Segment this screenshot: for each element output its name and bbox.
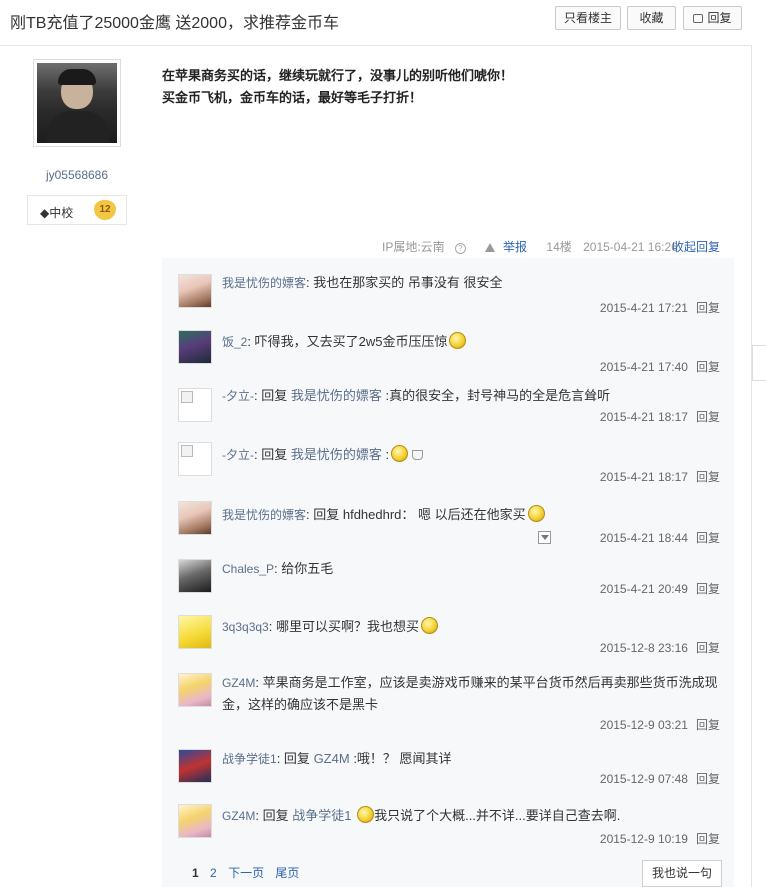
comment-reply-link[interactable]: 回复 bbox=[696, 410, 720, 424]
comment-time: 2015-4-21 17:21 bbox=[599, 301, 688, 315]
comment-prefix: 回复 bbox=[261, 447, 288, 462]
anime-avatar-icon[interactable] bbox=[178, 804, 212, 838]
comment-user[interactable]: GZ4M bbox=[222, 809, 255, 823]
reply-button[interactable]: 回复 bbox=[683, 6, 742, 30]
reply-icon bbox=[693, 14, 704, 23]
info-icon[interactable]: ? bbox=[454, 243, 466, 254]
frame-divider bbox=[751, 46, 752, 887]
comment-user[interactable]: GZ4M bbox=[222, 676, 255, 690]
page-link-2[interactable]: 2 bbox=[210, 866, 217, 880]
comment-time: 2015-4-21 17:40 bbox=[599, 360, 688, 374]
comment-text: 我只说了个大概...并不详...要详自己查去啊. bbox=[374, 808, 621, 823]
comment-reply-link[interactable]: 回复 bbox=[696, 718, 720, 732]
girl-avatar-icon[interactable] bbox=[178, 274, 212, 308]
reply-target[interactable]: 我是忧伤的嫖客 bbox=[291, 388, 382, 403]
last-page-link[interactable]: 尾页 bbox=[275, 866, 299, 880]
post-line: 在苹果商务买的话，继续玩就行了，没事儿的别听他们唬你！ bbox=[162, 68, 514, 83]
comment-time: 2015-12-9 03:21 bbox=[599, 718, 688, 732]
comment-reply-link[interactable]: 回复 bbox=[696, 641, 720, 655]
smile-emoji-icon bbox=[420, 617, 438, 634]
comment-text: 给你五毛 bbox=[281, 561, 334, 576]
comment-user[interactable]: 我是忧伤的嫖客 bbox=[222, 276, 306, 290]
comment-reply-link[interactable]: 回复 bbox=[696, 470, 720, 484]
collapse-replies-link[interactable]: 收起回复 bbox=[672, 238, 720, 255]
anime-avatar-icon[interactable] bbox=[178, 673, 212, 707]
comment-text: 哪里可以买啊？我也想买 bbox=[275, 619, 419, 634]
man-avatar-icon[interactable] bbox=[178, 559, 212, 593]
game-avatar-icon[interactable] bbox=[178, 330, 212, 364]
comment-prefix: 回复 bbox=[283, 751, 310, 766]
post-time: 2015-04-21 16:26 bbox=[583, 240, 678, 254]
comment-text: 吓得我，又去买了2w5金币压压惊 bbox=[254, 334, 448, 349]
comment-time: 2015-12-8 23:16 bbox=[599, 641, 688, 655]
smile-emoji-icon bbox=[357, 806, 375, 823]
comment-reply-link[interactable]: 回复 bbox=[696, 360, 720, 374]
ip-location: IP属地:云南? bbox=[382, 240, 474, 254]
cheese-avatar-icon[interactable] bbox=[178, 615, 212, 649]
comment-text: 苹果商务是工作室，应该是卖游戏币赚来的某平台货币然后再卖那些货币洗成现金，这样的… bbox=[222, 675, 718, 712]
comment-time: 2015-4-21 20:49 bbox=[599, 582, 688, 596]
floor-number: 14楼 bbox=[546, 240, 572, 254]
comment-user[interactable]: 3q3q3q3 bbox=[222, 620, 269, 634]
comment-reply-link[interactable]: 回复 bbox=[696, 772, 720, 786]
comment-time: 2015-4-21 18:44 bbox=[599, 531, 688, 545]
comment-reply-link[interactable]: 回复 bbox=[696, 531, 720, 545]
author-rank-box: ◆中校 12 bbox=[27, 195, 127, 225]
comment-text: :哦！？ 愿闻其详 bbox=[353, 751, 452, 766]
author-photo-icon bbox=[37, 63, 117, 143]
comment-user[interactable]: -夕立- bbox=[222, 448, 254, 462]
next-page-link[interactable]: 下一页 bbox=[228, 866, 264, 880]
expand-dropdown-icon[interactable] bbox=[538, 531, 551, 544]
pagination: 1 2 下一页 尾页 bbox=[192, 864, 307, 881]
smile-emoji-icon bbox=[449, 332, 467, 349]
comment-user[interactable]: -夕立- bbox=[222, 389, 254, 403]
comment-time: 2015-4-21 18:17 bbox=[599, 470, 688, 484]
favorite-button[interactable]: 收藏 bbox=[627, 6, 676, 30]
say-something-button[interactable]: 我也说一句 bbox=[642, 860, 722, 887]
warning-icon bbox=[485, 243, 496, 252]
reply-button-label: 回复 bbox=[707, 11, 732, 25]
comment-text: :真的很安全，封号神马的全是危言耸听 bbox=[385, 388, 611, 403]
scroll-tab[interactable] bbox=[752, 345, 766, 381]
comment-text: : bbox=[385, 447, 390, 462]
comment-prefix: 回复 bbox=[261, 388, 288, 403]
smile-emoji-icon bbox=[527, 505, 545, 522]
comment-time: 2015-12-9 10:19 bbox=[599, 832, 688, 846]
comment-time: 2015-12-9 07:48 bbox=[599, 772, 688, 786]
comment-user[interactable]: 我是忧伤的嫖客 bbox=[222, 508, 306, 522]
comment-user[interactable]: 饭_2 bbox=[222, 335, 247, 349]
comment-user[interactable]: Chales_P bbox=[222, 562, 274, 576]
comment-reply-link[interactable]: 回复 bbox=[696, 301, 720, 315]
broken-avatar-icon[interactable] bbox=[178, 388, 212, 422]
page-current: 1 bbox=[192, 866, 199, 880]
post-line: 买金币飞机，金币车的话，最好等毛子打折！ bbox=[162, 90, 423, 105]
level-badge-icon[interactable]: 12 bbox=[94, 200, 116, 220]
comment-text: 嗯 以后还在他家买 bbox=[418, 507, 526, 522]
thread-title: 刚TB充值了25000金鹰 送2000，求推荐金币车 bbox=[10, 15, 339, 32]
comment-prefix: 回复 bbox=[262, 808, 289, 823]
author-rank: ◆中校 bbox=[40, 206, 74, 220]
comment-user[interactable]: 战争学徒1 bbox=[222, 752, 277, 766]
smile-emoji-icon bbox=[391, 445, 409, 462]
author-name[interactable]: jy05568686 bbox=[33, 168, 121, 182]
comment-list: 我是忧伤的嫖客: 我也在那家买的 吊事没有 很安全 2015-4-21 17:2… bbox=[162, 258, 734, 887]
comment-prefix: 回复 hfdhedhrd： bbox=[313, 507, 415, 522]
reply-target[interactable]: 战争学徒1 bbox=[292, 808, 351, 823]
only-op-button[interactable]: 只看楼主 bbox=[555, 6, 621, 30]
post-content: 在苹果商务买的话，继续玩就行了，没事儿的别听他们唬你！ 买金币飞机，金币车的话，… bbox=[162, 65, 513, 109]
comment-reply-link[interactable]: 回复 bbox=[696, 582, 720, 596]
comment-time: 2015-4-21 18:17 bbox=[599, 410, 688, 424]
thread-header: 刚TB充值了25000金鹰 送2000，求推荐金币车 只看楼主 收藏 回复 bbox=[0, 0, 752, 46]
broken-avatar-icon[interactable] bbox=[178, 442, 212, 476]
post-meta: IP属地:云南? 举报 14楼 2015-04-21 16:26 bbox=[382, 238, 686, 255]
comment-text: 我也在那家买的 吊事没有 很安全 bbox=[313, 275, 503, 290]
report-link[interactable]: 举报 bbox=[485, 240, 535, 254]
author-avatar[interactable] bbox=[33, 59, 121, 147]
reply-target[interactable]: 我是忧伤的嫖客 bbox=[291, 447, 382, 462]
reply-target[interactable]: GZ4M bbox=[314, 751, 350, 766]
comment-reply-link[interactable]: 回复 bbox=[696, 832, 720, 846]
girl-avatar-icon[interactable] bbox=[178, 501, 212, 535]
coffee-cup-icon bbox=[412, 450, 424, 460]
robot-avatar-icon[interactable] bbox=[178, 749, 212, 783]
